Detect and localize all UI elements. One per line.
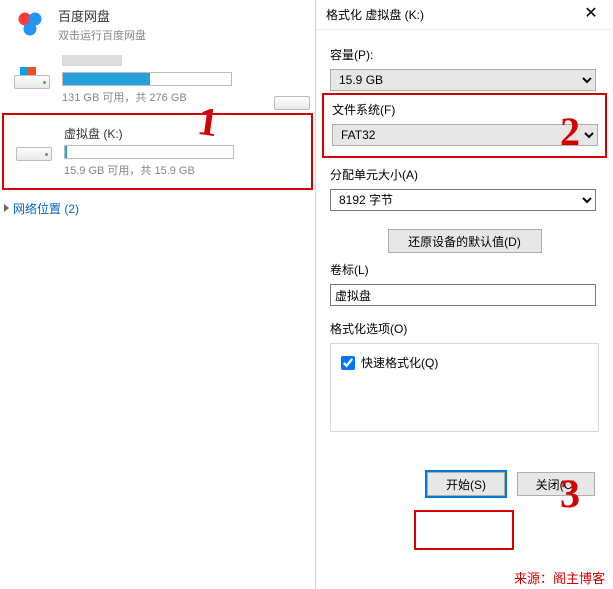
filesystem-label: 文件系统(F) bbox=[332, 101, 597, 118]
baidu-netdisk-icon bbox=[12, 7, 48, 43]
quick-format-input[interactable] bbox=[341, 356, 355, 370]
restore-defaults-button[interactable]: 还原设备的默认值(D) bbox=[388, 229, 542, 253]
annotation-box-2: 文件系统(F) FAT32 bbox=[322, 93, 607, 158]
drive-icon bbox=[14, 139, 54, 165]
close-button[interactable]: 关闭(C) bbox=[517, 472, 595, 496]
drive-icon-small bbox=[272, 88, 312, 114]
allocation-select[interactable]: 8192 字节 bbox=[330, 189, 596, 211]
drive-name: 虚拟盘 (K:) bbox=[64, 125, 297, 142]
drive-subtext: 15.9 GB 可用，共 15.9 GB bbox=[64, 162, 297, 178]
capacity-select[interactable]: 15.9 GB bbox=[330, 69, 596, 91]
format-dialog: 格式化 虚拟盘 (K:) ✕ 容量(P): 15.9 GB 文件系统(F) FA… bbox=[315, 0, 613, 589]
app-title: 百度网盘 bbox=[58, 6, 146, 25]
drive-icon bbox=[12, 67, 52, 93]
drive-subtext: 131 GB 可用，共 276 GB bbox=[62, 89, 307, 105]
expand-icon bbox=[4, 204, 9, 212]
filesystem-select[interactable]: FAT32 bbox=[332, 124, 598, 146]
options-legend: 格式化选项(O) bbox=[330, 320, 599, 337]
dialog-title: 格式化 虚拟盘 (K:) bbox=[326, 6, 424, 23]
app-subtitle: 双击运行百度网盘 bbox=[58, 27, 146, 43]
volume-input[interactable] bbox=[330, 284, 596, 306]
drive-k[interactable]: 虚拟盘 (K:) 15.9 GB 可用，共 15.9 GB bbox=[14, 121, 305, 182]
drive-name-hidden bbox=[62, 55, 122, 66]
capacity-bar bbox=[64, 145, 234, 159]
source-watermark: 来源：阁主博客 bbox=[514, 568, 605, 587]
close-icon[interactable]: ✕ bbox=[569, 0, 613, 30]
quick-format-checkbox[interactable]: 快速格式化(Q) bbox=[341, 354, 588, 371]
volume-label: 卷标(L) bbox=[330, 261, 599, 278]
app-entry[interactable]: 百度网盘 双击运行百度网盘 bbox=[0, 0, 315, 49]
drive-c[interactable]: 131 GB 可用，共 276 GB bbox=[0, 51, 315, 109]
format-options: 快速格式化(Q) bbox=[330, 343, 599, 432]
capacity-label: 容量(P): bbox=[330, 46, 599, 63]
capacity-bar bbox=[62, 72, 232, 86]
network-location[interactable]: 网络位置 (2) bbox=[0, 194, 315, 217]
annotation-box-1: 虚拟盘 (K:) 15.9 GB 可用，共 15.9 GB bbox=[2, 113, 313, 190]
start-button[interactable]: 开始(S) bbox=[427, 472, 505, 496]
allocation-label: 分配单元大小(A) bbox=[330, 166, 599, 183]
titlebar[interactable]: 格式化 虚拟盘 (K:) ✕ bbox=[316, 0, 613, 30]
